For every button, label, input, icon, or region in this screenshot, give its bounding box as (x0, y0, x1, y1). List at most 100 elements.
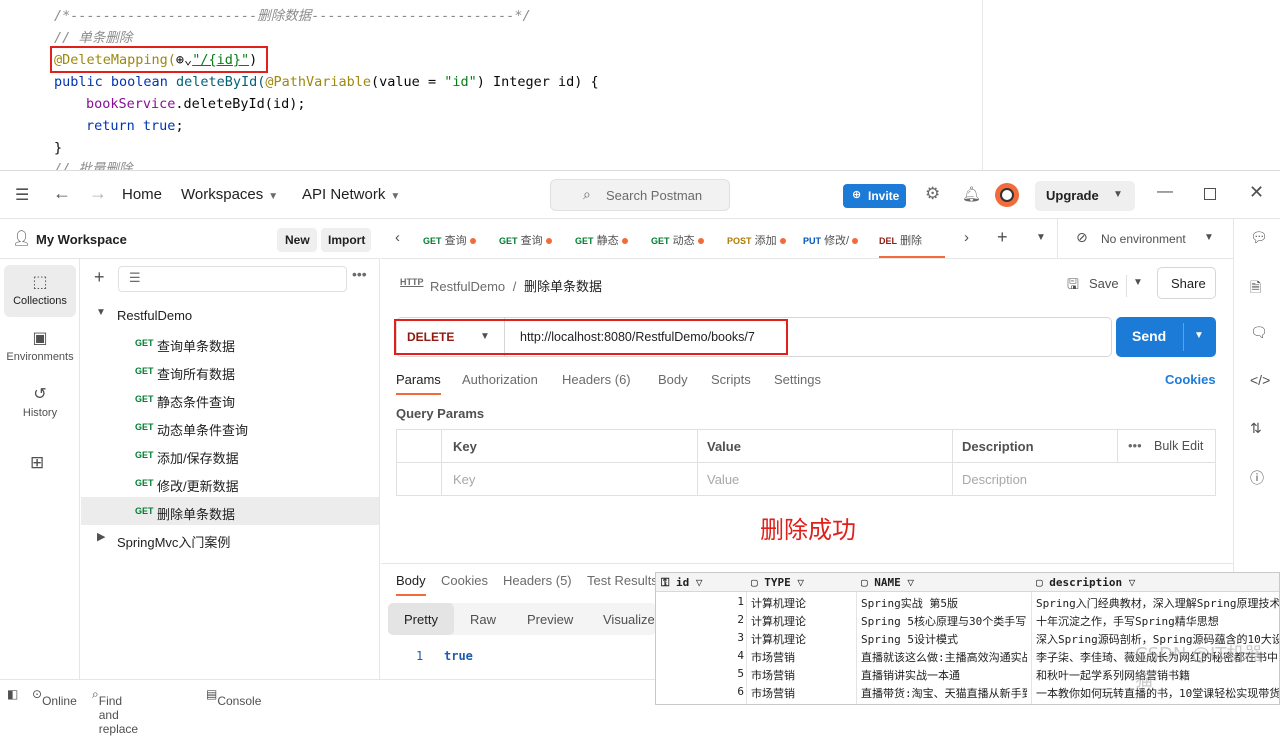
request-item[interactable]: GET 静态条件查询 (81, 385, 379, 413)
filter-input[interactable]: ☰ (118, 266, 347, 292)
invite-button[interactable]: ⊕ Invite (843, 184, 906, 208)
chevron-down-icon[interactable]: ▼ (1204, 232, 1214, 243)
db-cell-type[interactable]: 计算机理论 (751, 613, 851, 629)
chevron-left-icon[interactable]: ‹ (395, 229, 400, 246)
rail-item-environments[interactable]: ▣ Environments (4, 321, 76, 373)
configure-apps-icon[interactable]: ⊞ (30, 453, 44, 473)
db-cell-name[interactable]: Spring 5设计模式 (861, 631, 1027, 647)
send-button[interactable]: Send ▼ (1116, 317, 1216, 357)
breadcrumb-collection[interactable]: RestfulDemo (430, 279, 505, 294)
db-cell-type[interactable]: 市场营销 (751, 685, 851, 701)
tab-request[interactable]: GET 静态 (575, 219, 651, 258)
db-cell-name[interactable]: Spring 5核心原理与30个类手写实战 (861, 613, 1027, 629)
avatar[interactable] (995, 183, 1019, 207)
tabs-dropdown-icon[interactable]: ▼ (1036, 232, 1046, 243)
db-cell-id[interactable]: 5 (726, 667, 744, 680)
db-header-name[interactable]: ▢ NAME ▽ (861, 576, 914, 589)
view-raw[interactable]: Raw (470, 612, 496, 627)
close-icon[interactable]: ✕ (1249, 182, 1264, 203)
menu-icon[interactable]: ☰ (15, 185, 29, 205)
toggle-sidebar-icon[interactable]: ◧ (7, 687, 18, 701)
settings-gear-icon[interactable]: ⚙ (925, 184, 940, 204)
share-button[interactable]: Share (1157, 267, 1216, 299)
related-icon[interactable]: ⇅ (1250, 420, 1262, 437)
db-header-id[interactable]: ⚿ id ▽ (661, 576, 703, 590)
db-cell-name[interactable]: 直播就该这么做:主播高效沟通实战指南 (861, 649, 1027, 665)
tab-request[interactable]: GET 查询 (499, 219, 575, 258)
tab-request[interactable]: PUT 修改/ (803, 219, 879, 258)
db-cell-desc[interactable]: Spring入门经典教材，深入理解Spring原理技术内幕 (1036, 595, 1279, 611)
info-icon[interactable]: ⓘ (1250, 468, 1264, 488)
db-cell-type[interactable]: 市场营销 (751, 667, 851, 683)
comments-icon[interactable]: 💬︎ (1250, 229, 1268, 246)
notification-bell-icon[interactable]: 🔔︎ (962, 185, 981, 203)
tab-settings[interactable]: Settings (774, 372, 821, 387)
view-visualize[interactable]: Visualize (603, 612, 655, 627)
db-cell-type[interactable]: 计算机理论 (751, 595, 851, 611)
forward-arrow-icon[interactable]: → (89, 183, 107, 204)
save-icon[interactable]: 🖫︎ (1067, 274, 1079, 298)
cookies-link[interactable]: Cookies (1165, 372, 1216, 387)
nav-api-network[interactable]: API Network ▼ (302, 186, 400, 203)
tab-params[interactable]: Params (396, 372, 441, 395)
db-header-type[interactable]: ▢ TYPE ▽ (751, 576, 804, 589)
db-cell-id[interactable]: 1 (726, 595, 744, 608)
chevron-down-icon[interactable]: ▼ (1133, 277, 1143, 288)
tab-headers[interactable]: Headers (6) (562, 372, 631, 387)
tab-request[interactable]: POST 添加 (727, 219, 803, 258)
tab-request[interactable]: GET 查询 (423, 219, 499, 258)
view-preview[interactable]: Preview (527, 612, 573, 627)
tab-request-active[interactable]: DEL 删除 (879, 219, 945, 258)
new-tab-plus-icon[interactable]: + (997, 227, 1008, 248)
bulk-edit-button[interactable]: ••• Bulk Edit (1117, 430, 1215, 463)
tab-body[interactable]: Body (658, 372, 688, 387)
db-cell-name[interactable]: 直播带货:淘宝、天猫直播从新手到高手 (861, 685, 1027, 701)
save-button[interactable]: Save (1089, 276, 1119, 291)
nav-workspaces[interactable]: Workspaces ▼ (181, 186, 278, 203)
online-status[interactable]: ⊙ Online (32, 687, 77, 708)
find-replace[interactable]: ⌕ Find and replace (92, 687, 138, 736)
add-collection-icon[interactable]: + (94, 267, 105, 288)
collection-restfuldemo[interactable]: ▼ RestfulDemo (81, 301, 379, 329)
upgrade-button[interactable]: Upgrade ▼ (1035, 181, 1135, 211)
collection-springmvc[interactable]: ▶ SpringMvc入门案例 (81, 525, 379, 553)
db-cell-name[interactable]: 直播销讲实战一本通 (861, 667, 1027, 683)
request-item-active[interactable]: GET 删除单条数据 (81, 497, 379, 525)
db-cell-id[interactable]: 2 (726, 613, 744, 626)
request-item[interactable]: GET 动态单条件查询 (81, 413, 379, 441)
chevron-down-icon[interactable]: ▼ (1113, 189, 1123, 200)
nav-home[interactable]: Home (122, 186, 162, 203)
response-body-value[interactable]: true (444, 649, 473, 663)
tab-scripts[interactable]: Scripts (711, 372, 751, 387)
rail-item-history[interactable]: ↺ History (4, 377, 76, 429)
code-icon[interactable]: </> (1250, 372, 1270, 388)
more-options-icon[interactable]: ••• (352, 266, 367, 282)
tab-test-results[interactable]: Test Results (587, 573, 658, 588)
request-item[interactable]: GET 查询所有数据 (81, 357, 379, 385)
back-arrow-icon[interactable]: ← (53, 183, 71, 204)
new-button[interactable]: New (277, 228, 317, 252)
console[interactable]: ▤ Console (206, 687, 261, 708)
import-button[interactable]: Import (321, 228, 371, 252)
db-cell-name[interactable]: Spring实战 第5版 (861, 595, 1027, 611)
db-cell-id[interactable]: 3 (726, 631, 744, 644)
tab-response-cookies[interactable]: Cookies (441, 573, 488, 588)
rail-item-collections[interactable]: ⬚ Collections (4, 265, 76, 317)
db-table-row[interactable]: 2 计算机理论 Spring 5核心原理与30个类手写实战十年沉淀之作，手写Spri… (656, 610, 1279, 629)
request-item[interactable]: GET 修改/更新数据 (81, 469, 379, 497)
breadcrumb-request[interactable]: 删除单条数据 (524, 279, 602, 294)
db-cell-desc[interactable]: 十年沉淀之作，手写Spring精华思想 (1036, 613, 1279, 629)
search-input[interactable]: ⌕ Search Postman (550, 179, 730, 211)
environment-selector[interactable]: No environment (1101, 232, 1186, 246)
db-cell-id[interactable]: 4 (726, 649, 744, 662)
tab-authorization[interactable]: Authorization (462, 372, 538, 387)
tab-response-body[interactable]: Body (396, 573, 426, 588)
value-input[interactable]: Value (697, 463, 952, 496)
db-table-row[interactable]: 1 计算机理论 Spring实战 第5版 Spring入门经典教材，深入理解Sprin… (656, 592, 1279, 611)
request-item[interactable]: GET 查询单条数据 (81, 329, 379, 357)
tab-response-headers[interactable]: Headers (5) (503, 573, 572, 588)
chevron-down-icon[interactable]: ▼ (1194, 330, 1204, 341)
db-header-description[interactable]: ▢ description ▽ (1036, 576, 1135, 589)
maximize-icon[interactable] (1204, 188, 1216, 200)
documentation-icon[interactable]: 🗎︎ (1250, 277, 1261, 301)
